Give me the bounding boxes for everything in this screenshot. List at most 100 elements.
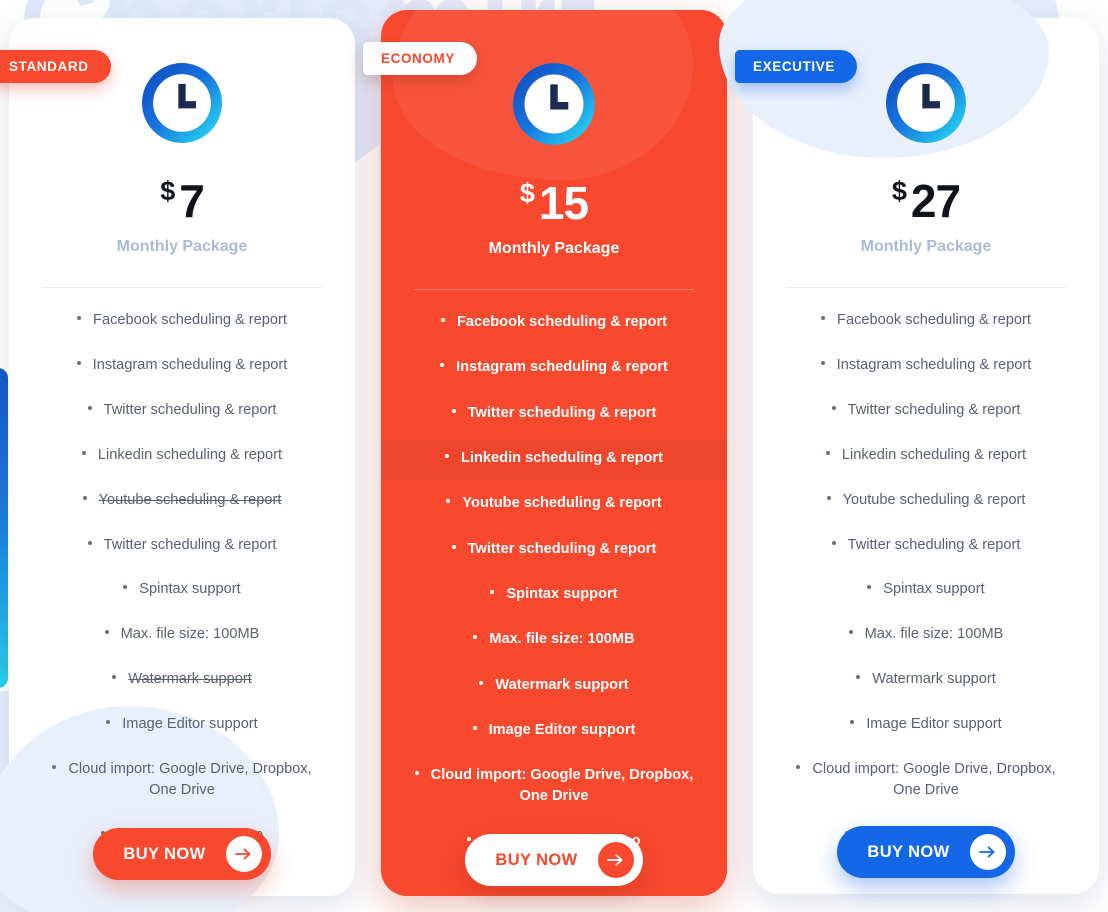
- feature-label: Spintax support: [506, 585, 618, 602]
- feature-item: Cloud import: Google Drive, Dropbox, One…: [403, 765, 705, 806]
- feature-item: Twitter scheduling & report: [31, 400, 333, 421]
- card-divider: [42, 287, 322, 288]
- feature-list: Facebook scheduling & report Instagram s…: [399, 312, 709, 852]
- arrow-circle: [597, 842, 634, 878]
- bullet-icon: [821, 316, 826, 320]
- bullet-icon: [848, 630, 853, 635]
- bullet-icon: [850, 720, 855, 725]
- clock-icon-wrapper: [399, 10, 709, 148]
- bullet-icon: [440, 318, 445, 322]
- feature-item: Youtube scheduling & report: [31, 490, 333, 511]
- bullet-icon: [831, 405, 836, 410]
- feature-label: Image Editor support: [866, 716, 1002, 733]
- price-display: $27: [771, 176, 1081, 225]
- buy-now-button[interactable]: BUY NOW: [93, 828, 271, 880]
- buy-now-button[interactable]: BUY NOW: [837, 826, 1015, 878]
- bullet-icon: [445, 453, 450, 458]
- currency-symbol: $: [519, 178, 535, 208]
- bullet-icon: [820, 360, 825, 365]
- feature-item: Image Editor support: [31, 714, 333, 735]
- feature-label: Cloud import: Google Drive, Dropbox, One…: [68, 761, 312, 798]
- price-display: $15: [399, 177, 709, 229]
- bullet-icon: [451, 544, 456, 549]
- bullet-icon: [112, 675, 117, 680]
- feature-label: Max. file size: 100MB: [864, 626, 1004, 643]
- feature-item: Max. file size: 100MB: [31, 624, 333, 645]
- feature-item: Max. file size: 100MB: [403, 629, 705, 650]
- feature-label: Instagram scheduling & report: [456, 359, 668, 376]
- feature-label: Instagram scheduling & report: [836, 356, 1032, 373]
- feature-label: Facebook scheduling & report: [93, 312, 287, 328]
- feature-label: Image Editor support: [122, 716, 258, 733]
- feature-label: Spintax support: [139, 581, 241, 598]
- bullet-icon: [825, 450, 830, 455]
- bullet-icon: [104, 630, 109, 635]
- feature-label: Max. file size: 100MB: [120, 626, 260, 643]
- feature-label: Facebook scheduling & report: [837, 312, 1031, 328]
- feature-item: Twitter scheduling & report: [775, 400, 1077, 421]
- feature-label: Twitter scheduling & report: [847, 401, 1021, 418]
- pricing-cards-row: STANDARD $7 Monthly Package Facebook sch…: [0, 0, 1108, 912]
- pricing-card-economy: ECONOMY $15 Monthly Package Facebook sch…: [363, 0, 727, 896]
- feature-item: Instagram scheduling & report: [403, 357, 705, 378]
- feature-label: Twitter scheduling & report: [467, 404, 657, 421]
- bullet-icon: [82, 495, 87, 500]
- buy-now-label: BUY NOW: [867, 842, 950, 861]
- feature-label: Cloud import: Google Drive, Dropbox, One…: [430, 767, 694, 804]
- arrow-circle: [969, 834, 1006, 870]
- card-divider: [414, 289, 694, 290]
- feature-item: Image Editor support: [403, 720, 705, 741]
- feature-label: Linkedin scheduling & report: [97, 446, 283, 463]
- feature-label: Youtube scheduling & report: [98, 491, 282, 508]
- feature-label: Spintax support: [883, 581, 985, 598]
- clock-icon: [513, 63, 595, 145]
- feature-label: Twitter scheduling & report: [103, 536, 277, 553]
- buy-button-wrapper: BUY NOW: [381, 834, 727, 886]
- buy-now-button[interactable]: BUY NOW: [465, 834, 643, 886]
- feature-list: Facebook scheduling & report Instagram s…: [771, 310, 1081, 845]
- bullet-icon: [81, 450, 86, 455]
- feature-item: Twitter scheduling & report: [403, 403, 705, 424]
- bullet-icon: [446, 499, 451, 504]
- plan-badge: ECONOMY: [363, 42, 477, 75]
- feature-item: Cloud import: Google Drive, Dropbox, One…: [31, 759, 333, 800]
- feature-item: Linkedin scheduling & report: [403, 448, 705, 469]
- feature-item: Youtube scheduling & report: [775, 490, 1077, 511]
- bullet-icon: [479, 680, 484, 685]
- buy-button-wrapper: BUY NOW: [9, 828, 355, 880]
- feature-item: Spintax support: [31, 579, 333, 600]
- bullet-icon: [826, 495, 831, 500]
- feature-item: Facebook scheduling & report: [403, 312, 705, 333]
- pricing-card-standard: STANDARD $7 Monthly Package Facebook sch…: [0, 18, 355, 912]
- feature-item: Watermark support: [403, 675, 705, 696]
- feature-label: Cloud import: Google Drive, Dropbox, One…: [812, 761, 1056, 798]
- arrow-circle: [225, 836, 262, 872]
- price-amount: 15: [538, 177, 589, 229]
- feature-label: Watermark support: [495, 676, 629, 693]
- feature-item: Image Editor support: [775, 714, 1077, 735]
- feature-item: Twitter scheduling & report: [775, 535, 1077, 556]
- feature-item: Facebook scheduling & report: [31, 310, 333, 331]
- bullet-icon: [472, 725, 477, 730]
- arrow-right-icon: [607, 854, 623, 866]
- billing-period-label: Monthly Package: [488, 240, 620, 257]
- feature-label: Linkedin scheduling & report: [461, 449, 663, 466]
- bullet-icon: [76, 360, 81, 365]
- billing-period-label: Monthly Package: [860, 238, 992, 255]
- feature-item: Spintax support: [403, 584, 705, 605]
- feature-label: Linkedin scheduling & report: [841, 446, 1027, 463]
- bullet-icon: [77, 316, 82, 320]
- currency-symbol: $: [891, 176, 907, 206]
- bullet-icon: [867, 585, 872, 590]
- price-display: $7: [27, 178, 337, 225]
- feature-item: Linkedin scheduling & report: [775, 445, 1077, 466]
- feature-label: Facebook scheduling & report: [456, 314, 668, 330]
- feature-label: Twitter scheduling & report: [847, 536, 1021, 553]
- feature-label: Max. file size: 100MB: [489, 631, 635, 648]
- feature-label: Twitter scheduling & report: [103, 401, 277, 418]
- buy-button-wrapper: BUY NOW: [753, 826, 1099, 878]
- feature-label: Twitter scheduling & report: [467, 540, 657, 557]
- feature-label: Watermark support: [128, 671, 252, 688]
- feature-item: Twitter scheduling & report: [31, 535, 333, 556]
- card-divider: [786, 287, 1066, 288]
